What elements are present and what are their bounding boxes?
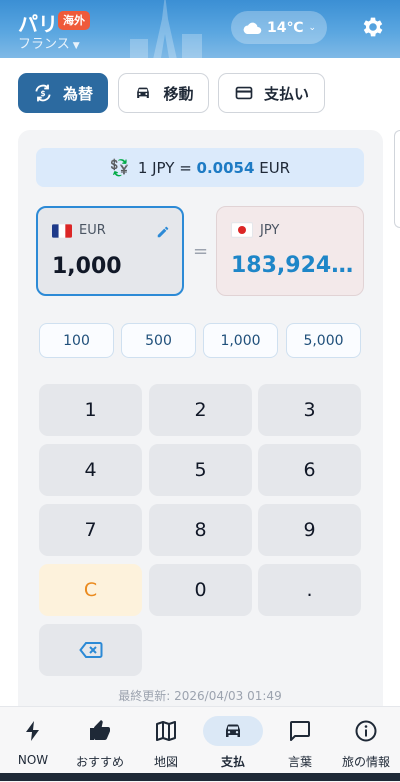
tab-transport[interactable]: 移動 xyxy=(118,73,209,113)
tab-exchange[interactable]: $ 為替 xyxy=(18,73,108,113)
nav-phrases-label: 言葉 xyxy=(287,755,312,769)
keypad-2[interactable]: 2 xyxy=(149,384,252,436)
keypad-8[interactable]: 8 xyxy=(149,504,252,556)
svg-text:$: $ xyxy=(40,89,45,98)
nav-payment-label: 支払 xyxy=(220,755,245,769)
bottom-navigation: NOW おすすめ 地図 支払 言葉 旅の情報 xyxy=(0,706,400,782)
nav-now-label: NOW xyxy=(17,753,49,767)
gear-icon[interactable] xyxy=(360,14,386,40)
keypad-clear[interactable]: C xyxy=(39,564,142,616)
to-amount: 183,924.… xyxy=(231,253,359,278)
rate-suffix: EUR xyxy=(259,158,291,177)
quick-amount-button[interactable]: 500 xyxy=(121,323,196,358)
overseas-badge: 海外 xyxy=(58,11,90,30)
nav-travel-info[interactable]: 旅の情報 xyxy=(333,707,399,775)
keypad-0[interactable]: 0 xyxy=(149,564,252,616)
backspace-icon xyxy=(78,642,102,658)
last-updated-text: 最終更新: 2026/04/03 01:49 xyxy=(118,689,282,703)
map-icon xyxy=(156,721,176,741)
keypad-6[interactable]: 6 xyxy=(258,444,361,496)
side-drawer-handle[interactable] xyxy=(394,130,400,228)
car-icon xyxy=(226,724,240,737)
chevron-down-icon: ⌄ xyxy=(308,22,316,33)
cloud-icon xyxy=(243,22,262,34)
nav-payment[interactable]: 支払 xyxy=(200,707,266,775)
exchange-rate-banner: 💱 1 JPY = 0.0054 EUR xyxy=(36,148,364,187)
caret-down-icon: ▼ xyxy=(72,41,80,51)
rate-value: 0.0054 xyxy=(196,158,255,177)
keypad-9[interactable]: 9 xyxy=(258,504,361,556)
info-icon xyxy=(355,720,377,742)
car-icon xyxy=(137,87,150,98)
from-currency-box[interactable]: EUR 1,000 xyxy=(36,206,184,296)
from-currency-code: EUR xyxy=(79,223,106,238)
tab-payment[interactable]: 支払い xyxy=(218,73,325,113)
equals-sign: = xyxy=(193,241,209,262)
eiffel-tower-illustration xyxy=(130,0,202,58)
to-currency-box[interactable]: JPY 183,924.… xyxy=(216,206,364,296)
nav-now[interactable]: NOW xyxy=(0,707,66,775)
keypad-decimal[interactable]: . xyxy=(258,564,361,616)
nav-map-label: 地図 xyxy=(153,755,178,769)
bolt-icon xyxy=(26,721,39,741)
quick-amount-button[interactable]: 100 xyxy=(39,323,114,358)
country-name: フランス xyxy=(18,37,70,52)
thumbs-up-icon xyxy=(90,720,110,740)
app-header: パリ 海外 フランス ▼ 14℃ ⌄ xyxy=(0,0,400,58)
japan-flag-icon xyxy=(231,222,253,238)
weather-button[interactable]: 14℃ ⌄ xyxy=(231,11,327,44)
nav-travel-info-label: 旅の情報 xyxy=(341,755,390,769)
from-amount: 1,000 xyxy=(52,254,122,279)
nav-recommend[interactable]: おすすめ xyxy=(67,707,133,775)
rate-prefix: 1 JPY = xyxy=(137,158,192,177)
chat-icon xyxy=(290,721,310,741)
exchange-icon: 💱 xyxy=(109,158,130,177)
tab-payment-label: 支払い xyxy=(263,84,309,103)
keypad-3[interactable]: 3 xyxy=(258,384,361,436)
keypad-5[interactable]: 5 xyxy=(149,444,252,496)
keypad-4[interactable]: 4 xyxy=(39,444,142,496)
edit-pencil-icon[interactable] xyxy=(156,225,170,239)
keypad-1[interactable]: 1 xyxy=(39,384,142,436)
weather-temp: 14℃ xyxy=(267,19,304,36)
credit-card-icon xyxy=(235,86,253,100)
tab-exchange-label: 為替 xyxy=(62,84,93,103)
nav-recommend-label: おすすめ xyxy=(75,755,124,769)
nav-phrases[interactable]: 言葉 xyxy=(267,707,333,775)
system-navigation-bar xyxy=(0,773,400,781)
quick-amount-button[interactable]: 1,000 xyxy=(203,323,278,358)
france-flag-icon xyxy=(52,223,72,238)
quick-amount-button[interactable]: 5,000 xyxy=(286,323,361,358)
tab-transport-label: 移動 xyxy=(163,84,194,103)
keypad-7[interactable]: 7 xyxy=(39,504,142,556)
keypad-backspace[interactable] xyxy=(39,624,142,676)
to-currency-code: JPY xyxy=(260,222,280,238)
nav-map[interactable]: 地図 xyxy=(133,707,199,775)
country-selector[interactable]: フランス ▼ xyxy=(18,33,80,52)
currency-exchange-icon: $ xyxy=(35,84,51,102)
